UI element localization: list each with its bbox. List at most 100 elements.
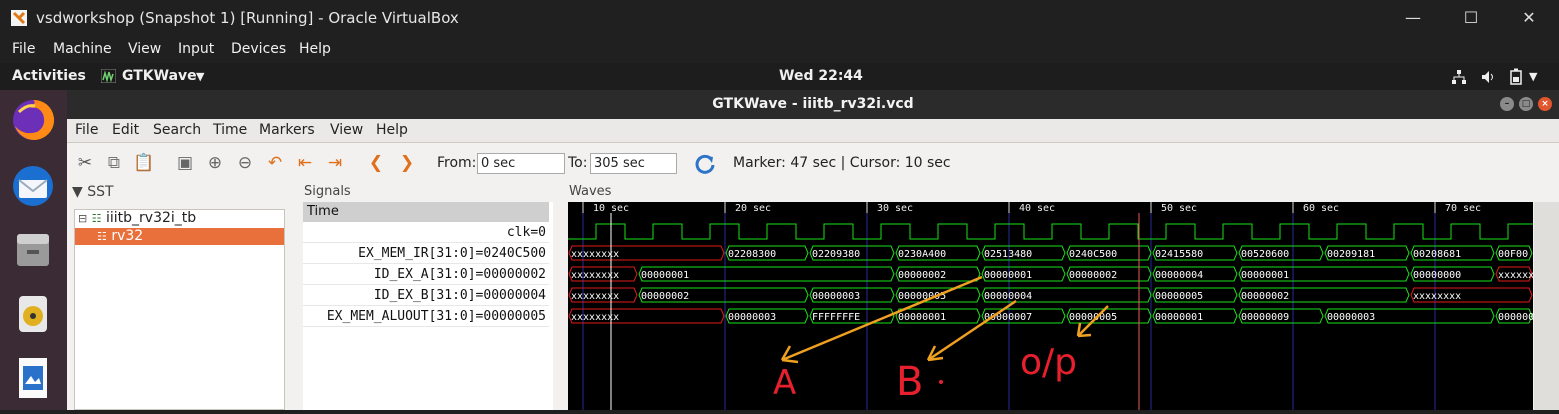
gtk-menu-time[interactable]: Time bbox=[213, 122, 247, 138]
gtk-close-icon[interactable]: × bbox=[1538, 97, 1552, 111]
cut-icon[interactable]: ✂ bbox=[73, 152, 97, 174]
zoom-fit-icon[interactable]: ▣ bbox=[173, 152, 197, 174]
hierarchy-icon: ☷ bbox=[91, 212, 102, 225]
gtk-menu-search[interactable]: Search bbox=[153, 122, 201, 138]
gtk-menu-view[interactable]: View bbox=[330, 122, 363, 138]
zoom-to-end-icon[interactable]: ⇥ bbox=[323, 152, 347, 174]
bus-value-label: 00000001 bbox=[898, 312, 946, 323]
sst-label: ▼ SST bbox=[72, 184, 114, 200]
menu-view[interactable]: View bbox=[128, 41, 161, 57]
menu-file[interactable]: File bbox=[12, 41, 35, 57]
signal-row[interactable]: ID_EX_A[31:0]=00000002 bbox=[303, 264, 549, 285]
system-menu-chevron-icon[interactable]: ▼ bbox=[1529, 70, 1537, 83]
waves-scrollbar[interactable] bbox=[1534, 202, 1559, 410]
to-time-input[interactable] bbox=[590, 153, 677, 174]
signal-row[interactable]: clk=0 bbox=[303, 222, 549, 243]
sst-tree: ⊟ ☷ iiitb_rv32i_tb ☷ rv32 bbox=[74, 209, 285, 410]
zoom-in-icon[interactable]: ⊕ bbox=[203, 152, 227, 174]
menu-input[interactable]: Input bbox=[178, 41, 214, 57]
bus-value-label: 00F00 bbox=[1498, 249, 1528, 260]
bus-value-label: xxxxxxxx bbox=[571, 291, 619, 302]
volume-icon[interactable] bbox=[1480, 69, 1496, 85]
battery-icon[interactable] bbox=[1510, 68, 1522, 85]
ubuntu-top-bar: Activities GTKWave ▼ Wed 22:44 ▼ bbox=[0, 63, 1559, 90]
gtk-maximize-icon[interactable]: □ bbox=[1519, 97, 1533, 111]
zoom-to-start-icon[interactable]: ⇤ bbox=[293, 152, 317, 174]
gtk-menu-edit[interactable]: Edit bbox=[112, 122, 139, 138]
gtkwave-window: GTKWave - iiitb_rv32i.vcd – □ × File Edi… bbox=[67, 90, 1559, 410]
bus-value-label: 0240C500 bbox=[1069, 249, 1117, 260]
bus-value-label: xxxxxx bbox=[1498, 270, 1533, 281]
arrow-to-b bbox=[927, 299, 1017, 362]
gtk-menu-markers[interactable]: Markers bbox=[259, 122, 315, 138]
writer-icon[interactable] bbox=[9, 354, 57, 402]
gtk-minimize-icon[interactable]: – bbox=[1500, 97, 1514, 111]
close-button[interactable]: ✕ bbox=[1516, 6, 1542, 30]
bus-value-label: 00000002 bbox=[641, 291, 689, 302]
sst-collapse-icon[interactable]: ▼ bbox=[72, 184, 83, 200]
gtk-menu-file[interactable]: File bbox=[75, 122, 98, 138]
gtkwave-title: GTKWave - iiitb_rv32i.vcd bbox=[712, 96, 914, 112]
sst-node-tb[interactable]: ⊟ ☷ iiitb_rv32i_tb bbox=[78, 210, 196, 227]
copy-icon[interactable]: ⧉ bbox=[102, 152, 126, 174]
signals-time-header: Time bbox=[303, 202, 549, 222]
thunderbird-icon[interactable] bbox=[9, 162, 57, 210]
find-next-edge-icon[interactable]: ❯ bbox=[395, 152, 419, 174]
hierarchy-icon: ☷ bbox=[97, 230, 107, 243]
virtualbox-menubar: File Machine View Input Devices Help bbox=[0, 37, 1559, 63]
to-label: To: bbox=[568, 155, 588, 171]
bus-value-label: 02209380 bbox=[812, 249, 860, 260]
bus-value-label: 00520600 bbox=[1241, 249, 1289, 260]
bus-value-label: 00000002 bbox=[898, 270, 946, 281]
handwritten-annotation: o/p bbox=[1020, 342, 1077, 383]
waveform-canvas[interactable]: 10 sec 20 sec 30 sec 40 sec 50 sec 60 sec 70 s… bbox=[568, 202, 1538, 410]
chevron-down-icon[interactable]: ▼ bbox=[196, 70, 204, 83]
bus-value-label: 00209181 bbox=[1327, 249, 1375, 260]
reload-icon[interactable] bbox=[694, 153, 716, 175]
clock[interactable]: Wed 22:44 bbox=[779, 68, 863, 84]
undo-zoom-icon[interactable]: ↶ bbox=[263, 152, 287, 174]
paste-icon[interactable]: 📋 bbox=[132, 152, 156, 174]
waves-label: Waves bbox=[569, 184, 612, 199]
maximize-button[interactable]: ☐ bbox=[1458, 6, 1484, 30]
find-previous-edge-icon[interactable]: ❮ bbox=[364, 152, 388, 174]
network-icon[interactable] bbox=[1451, 69, 1467, 85]
virtualbox-icon bbox=[11, 10, 27, 26]
menu-help[interactable]: Help bbox=[299, 41, 331, 57]
zoom-out-icon[interactable]: ⊖ bbox=[233, 152, 257, 174]
waves-pane[interactable]: 10 sec 20 sec 30 sec 40 sec 50 sec 60 sec 70 s… bbox=[568, 202, 1538, 410]
bus-value-label: xxxxxxxx bbox=[571, 270, 619, 281]
virtualbox-titlebar: vsdworkshop (Snapshot 1) [Running] - Ora… bbox=[0, 0, 1559, 37]
signals-pane: Time clk=0 EX_MEM_IR[31:0]=0240C500 ID_E… bbox=[303, 202, 553, 410]
signal-row[interactable]: EX_MEM_IR[31:0]=0240C500 bbox=[303, 243, 549, 264]
menu-devices[interactable]: Devices bbox=[231, 41, 286, 57]
marker-cursor-readout: Marker: 47 sec | Cursor: 10 sec bbox=[733, 155, 951, 171]
tree-expand-icon[interactable]: ⊟ bbox=[78, 212, 87, 225]
bus-value-label: 0230A400 bbox=[898, 249, 946, 260]
bus-value-label: 02208300 bbox=[728, 249, 776, 260]
bus-value-label: 00000003 bbox=[1327, 312, 1375, 323]
bus-value-label: 00000004 bbox=[984, 291, 1032, 302]
from-time-input[interactable] bbox=[477, 153, 565, 174]
signal-row[interactable]: ID_EX_B[31:0]=00000004 bbox=[303, 285, 549, 306]
files-icon[interactable] bbox=[9, 226, 57, 274]
rhythmbox-icon[interactable] bbox=[9, 290, 57, 338]
gtk-menu-help[interactable]: Help bbox=[376, 122, 408, 138]
menu-machine[interactable]: Machine bbox=[53, 41, 112, 57]
time-tick-label: 40 sec bbox=[1019, 203, 1055, 214]
bus-value-label: 00000003 bbox=[812, 291, 860, 302]
bus-value-label: FFFFFFFE bbox=[812, 312, 860, 323]
minimize-button[interactable]: — bbox=[1400, 6, 1426, 30]
bus-value-label: 02415580 bbox=[1155, 249, 1203, 260]
time-tick-label: 20 sec bbox=[735, 203, 771, 214]
signal-row[interactable]: EX_MEM_ALUOUT[31:0]=00000005 bbox=[303, 306, 549, 327]
activities-button[interactable]: Activities bbox=[12, 68, 86, 84]
arrow-head bbox=[926, 345, 944, 362]
bus-value-label: 00000001 bbox=[984, 270, 1032, 281]
sst-node-rv32[interactable]: ☷ rv32 bbox=[97, 228, 143, 245]
time-tick-label: 10 sec bbox=[593, 203, 629, 214]
firefox-icon[interactable] bbox=[9, 96, 57, 144]
annotation-dot bbox=[939, 380, 943, 384]
bus-value-label: xxxxxxxx bbox=[571, 249, 619, 260]
app-menu-label[interactable]: GTKWave bbox=[122, 68, 197, 84]
